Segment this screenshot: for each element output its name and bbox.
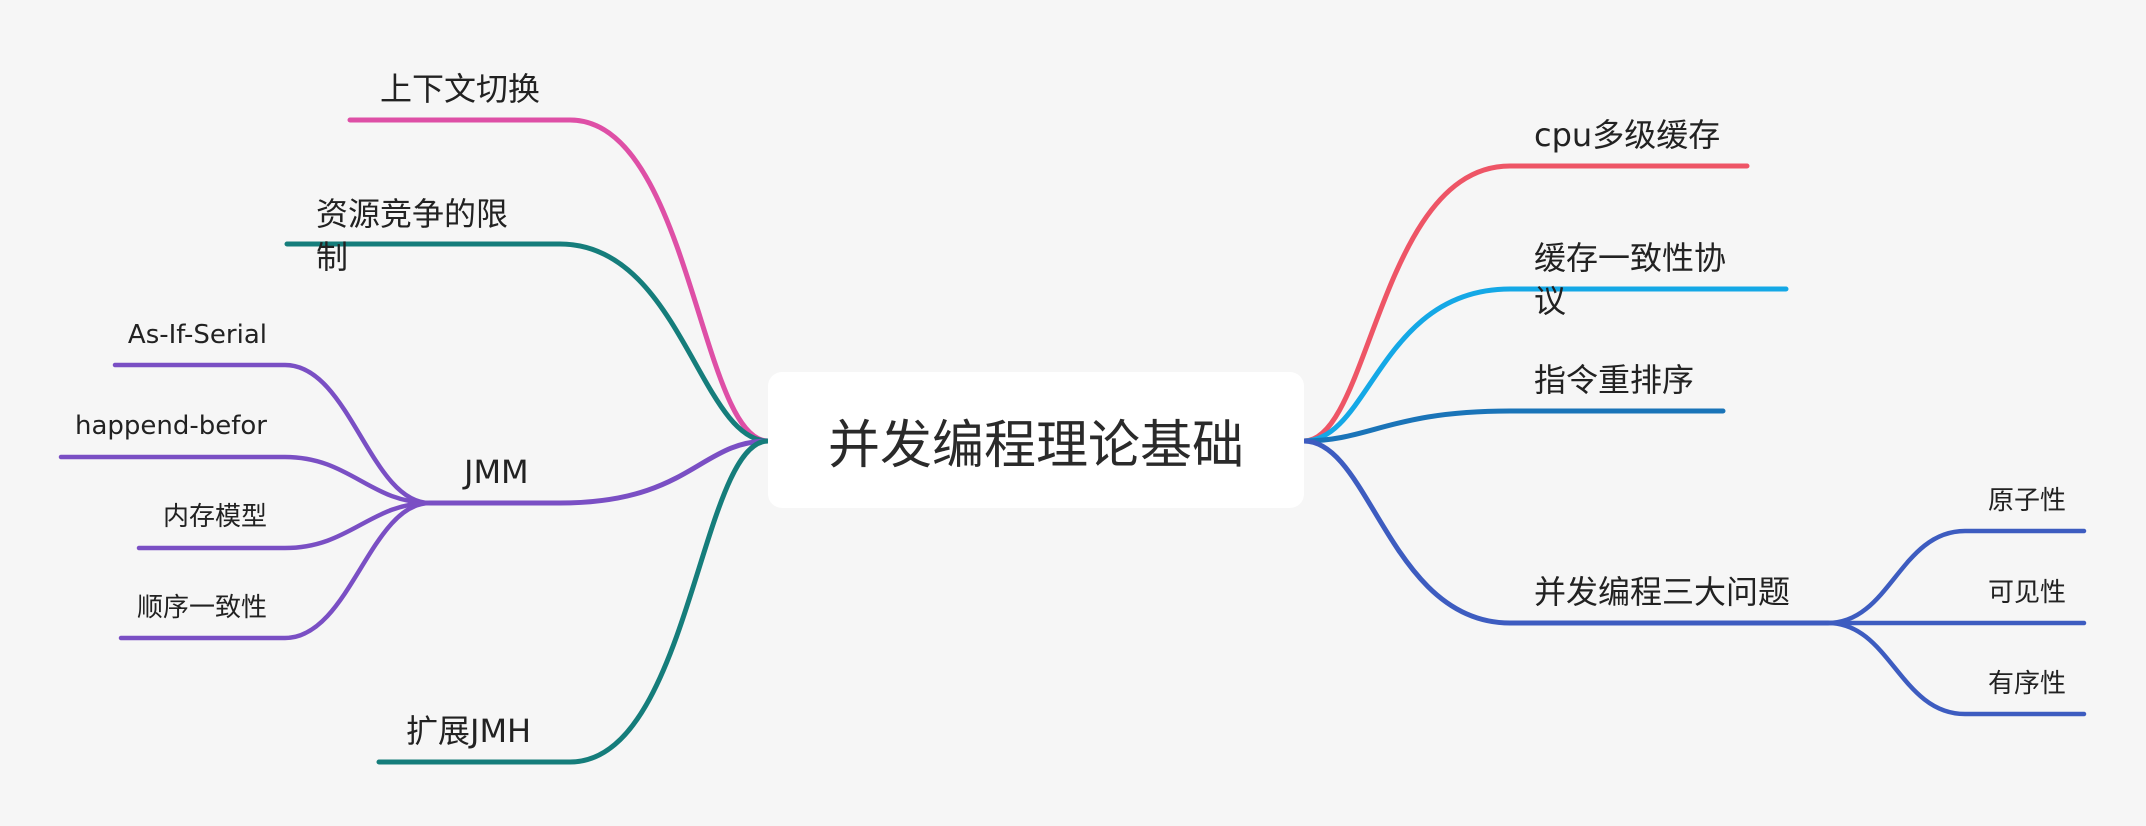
subtopic-memory-model[interactable]: 内存模型 [120,500,267,535]
subtopic-sequential-consistency[interactable]: 顺序一致性 [110,591,267,626]
subtopic-visibility[interactable]: 可见性 [1988,576,2066,611]
connector-instruction-reorder [1301,408,1726,444]
subtopic-visibility-label: 可见性 [1988,578,2067,608]
subtopic-happend-befor[interactable]: happend-befor [50,409,267,444]
connector-happend-befor [58,454,433,506]
central-topic[interactable]: 并发编程理论基础 [768,372,1304,508]
subtopic-atomicity-label: 原子性 [1988,486,2067,516]
subtopic-as-if-serial-label: As-If-Serial [127,320,267,350]
topic-cpu-cache-label: cpu多级缓存 [1534,116,1721,154]
topic-context-switch-label: 上下文切换 [380,70,541,108]
topic-cache-coherence-line1: 缓存一致性协 [1534,239,1727,277]
topic-cpu-cache[interactable]: cpu多级缓存 [1534,114,1720,157]
topic-resource-limit[interactable]: 资源竞争的限 制 [316,193,508,279]
subtopic-atomicity[interactable]: 原子性 [1988,484,2066,519]
topic-jmm[interactable]: JMM [464,451,529,494]
topic-jmh[interactable]: 扩展JMH [406,710,531,753]
topic-three-problems[interactable]: 并发编程三大问题 [1534,571,1790,614]
topic-instruction-reorder[interactable]: 指令重排序 [1534,359,1694,402]
topic-context-switch[interactable]: 上下文切换 [380,68,540,111]
subtopic-happend-befor-label: happend-befor [74,411,267,441]
topic-resource-limit-line2: 制 [316,238,349,277]
topic-instruction-reorder-label: 指令重排序 [1534,361,1695,399]
topic-resource-limit-line1: 资源竞争的限 [316,195,509,233]
subtopic-ordering-label: 有序性 [1988,669,2067,699]
topic-jmm-label: JMM [464,453,529,491]
subtopic-ordering[interactable]: 有序性 [1988,667,2066,702]
subtopic-sequential-consistency-label: 顺序一致性 [136,593,267,623]
subtopic-as-if-serial[interactable]: As-If-Serial [80,318,267,353]
topic-cache-coherence[interactable]: 缓存一致性协 议 [1534,237,1726,323]
connector-context-switch [347,117,771,444]
central-topic-label: 并发编程理论基础 [827,415,1244,476]
topic-three-problems-label: 并发编程三大问题 [1534,573,1791,611]
subtopic-memory-model-label: 内存模型 [162,502,267,532]
topic-cache-coherence-line2: 议 [1534,282,1567,321]
topic-jmh-label: 扩展JMH [406,712,532,750]
